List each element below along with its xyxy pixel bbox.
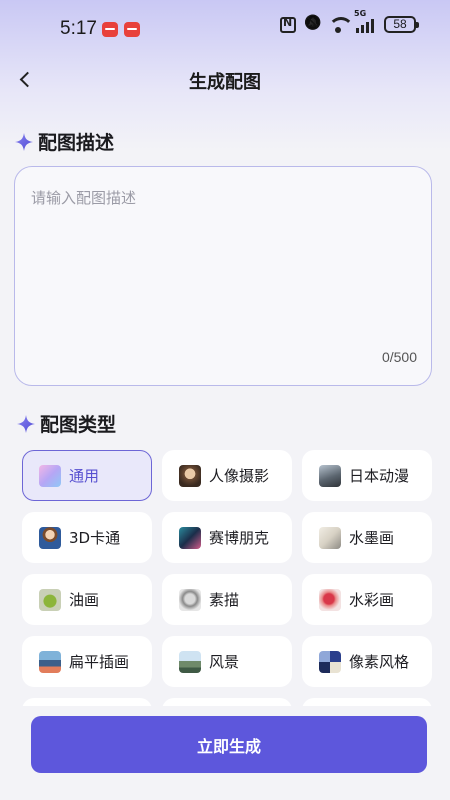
type-option-label: 赛博朋克 xyxy=(209,529,270,547)
type-option-pixel-art[interactable]: 像素风格 xyxy=(302,636,432,687)
cyberpunk-thumb xyxy=(179,526,201,549)
description-section-label: 配图描述 xyxy=(38,132,115,154)
type-option-sketch[interactable]: 素描 xyxy=(162,574,292,625)
char-count: 0/500 xyxy=(381,349,417,365)
type-option-general[interactable]: 通用 xyxy=(22,450,152,501)
type-option-ink-wash[interactable]: 水墨画 xyxy=(302,512,432,563)
cartoon-3d-thumb xyxy=(39,526,61,549)
wifi-icon xyxy=(328,16,354,33)
watercolor-thumb xyxy=(319,588,341,611)
type-option-label: 3D卡通 xyxy=(69,529,121,547)
status-bar: 5:17 5G 58 xyxy=(0,0,450,58)
general-icon xyxy=(39,464,61,487)
type-option-oil-painting[interactable]: 油画 xyxy=(22,574,152,625)
type-grid: 通用 人像摄影 日本动漫 3D卡通 赛博朋克 水墨画 油画 素描 水彩画 扁平插… xyxy=(22,450,432,687)
description-box: 0/500 xyxy=(14,166,432,386)
type-option-label: 油画 xyxy=(69,591,100,609)
oil-painting-thumb xyxy=(39,588,61,611)
type-option-landscape[interactable]: 风景 xyxy=(162,636,292,687)
type-option-label: 素描 xyxy=(209,591,240,609)
type-option-label: 日本动漫 xyxy=(349,467,410,485)
generate-button[interactable]: 立即生成 xyxy=(31,716,427,773)
type-section-label: 配图类型 xyxy=(40,414,117,436)
type-option-watercolor[interactable]: 水彩画 xyxy=(302,574,432,625)
type-option-label: 风景 xyxy=(209,653,240,671)
sparkle-icon xyxy=(15,132,33,151)
sketch-thumb xyxy=(179,588,201,611)
cellular-signal-icon: 5G xyxy=(354,9,376,33)
network-type: 5G xyxy=(354,8,367,18)
type-option-label: 水墨画 xyxy=(349,529,395,547)
type-option-cyberpunk[interactable]: 赛博朋克 xyxy=(162,512,292,563)
battery-indicator: 58 xyxy=(384,16,419,33)
anime-thumb xyxy=(319,464,341,487)
type-option-3d-cartoon[interactable]: 3D卡通 xyxy=(22,512,152,563)
description-input[interactable] xyxy=(31,187,415,337)
portrait-thumb xyxy=(179,464,201,487)
type-section-title: 配图类型 xyxy=(16,410,116,437)
pixel-art-thumb xyxy=(319,650,341,673)
sparkle-icon xyxy=(17,414,35,433)
type-option-label: 扁平插画 xyxy=(69,653,130,671)
ink-wash-thumb xyxy=(319,526,341,549)
type-option-label: 通用 xyxy=(69,467,100,485)
flat-illustration-thumb xyxy=(39,650,61,673)
type-option-label: 水彩画 xyxy=(349,591,395,609)
nfc-icon xyxy=(280,16,296,33)
type-option-flat-illustration[interactable]: 扁平插画 xyxy=(22,636,152,687)
mute-icon xyxy=(304,17,320,33)
header: 生成配图 xyxy=(0,58,450,102)
status-time: 5:17 xyxy=(60,18,97,39)
type-option-portrait[interactable]: 人像摄影 xyxy=(162,450,292,501)
type-option-label: 人像摄影 xyxy=(209,467,270,485)
page-title: 生成配图 xyxy=(189,72,261,93)
landscape-thumb xyxy=(179,650,201,673)
notification-app-icon xyxy=(124,22,140,37)
type-option-anime[interactable]: 日本动漫 xyxy=(302,450,432,501)
description-section-title: 配图描述 xyxy=(14,128,114,155)
bottom-bar: 立即生成 xyxy=(0,706,450,800)
notification-app-icon xyxy=(102,22,118,37)
type-option-label: 像素风格 xyxy=(349,653,410,671)
